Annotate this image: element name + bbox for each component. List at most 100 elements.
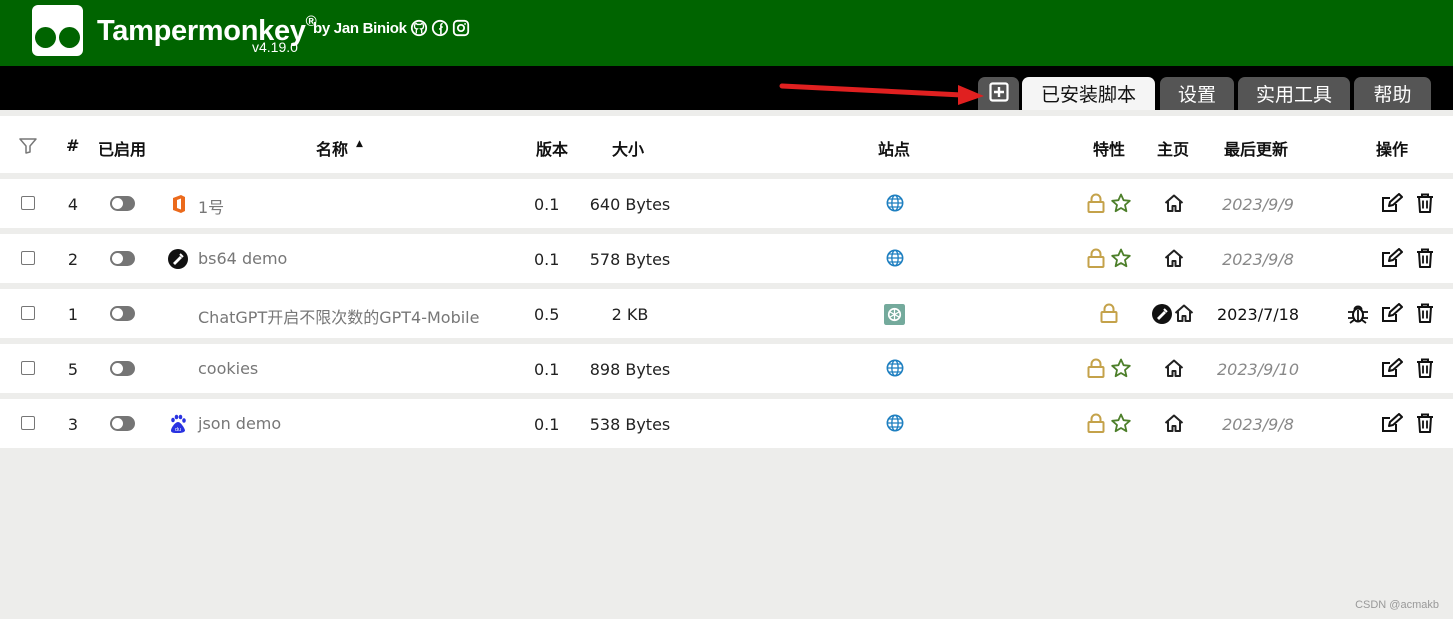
add-script-icon (989, 82, 1009, 102)
script-name-link[interactable]: json demo (198, 414, 281, 433)
edit-icon[interactable] (1381, 193, 1403, 217)
chatgpt-icon[interactable] (884, 304, 905, 329)
instagram-icon[interactable] (452, 19, 470, 37)
home-icon[interactable] (1164, 414, 1184, 436)
globe-icon[interactable] (886, 249, 904, 271)
row-checkbox[interactable] (21, 251, 35, 265)
script-size: 898 Bytes (589, 360, 671, 379)
tab-add-script[interactable] (978, 77, 1019, 110)
lock-icon (1100, 303, 1118, 327)
tab-bar (0, 66, 1453, 110)
table-row: 3 du json demo 0.1 538 Bytes 2023/9/8 (0, 399, 1453, 448)
globe-icon[interactable] (886, 414, 904, 436)
filter-icon[interactable] (19, 138, 37, 154)
script-size: 2 KB (611, 305, 649, 324)
row-index: 3 (67, 415, 79, 434)
globe-icon[interactable] (886, 194, 904, 216)
enable-toggle[interactable] (110, 251, 135, 266)
enable-toggle[interactable] (110, 416, 135, 431)
star-icon (1111, 248, 1131, 272)
row-index: 4 (67, 195, 79, 214)
tampermonkey-logo (32, 5, 83, 56)
col-sites: 站点 (878, 140, 911, 159)
app-version: v4.19.0 (252, 39, 298, 55)
lock-icon (1087, 358, 1105, 382)
row-checkbox[interactable] (21, 306, 35, 320)
sort-ascending-icon: ▲ (356, 139, 363, 149)
tab-installed-scripts[interactable]: 已安装脚本 (1022, 77, 1155, 110)
last-updated[interactable]: 2023/7/18 (1198, 305, 1318, 324)
edit-icon[interactable] (1381, 358, 1403, 382)
table-row: 2 bs64 demo 0.1 578 Bytes 2023/9/8 (0, 234, 1453, 283)
last-updated[interactable]: 2023/9/9 (1198, 195, 1318, 214)
trash-icon[interactable] (1416, 303, 1434, 327)
col-enabled[interactable]: 已启用 (98, 136, 146, 160)
github-icon[interactable] (410, 19, 428, 37)
trash-icon[interactable] (1416, 193, 1434, 217)
globe-icon[interactable] (886, 359, 904, 381)
script-icon (168, 249, 188, 273)
col-version[interactable]: 版本 (536, 136, 568, 160)
lock-icon (1087, 248, 1105, 272)
last-updated[interactable]: 2023/9/8 (1198, 415, 1318, 434)
col-index: # (66, 136, 80, 155)
row-index: 1 (67, 305, 79, 324)
row-checkbox[interactable] (21, 196, 35, 210)
last-updated[interactable]: 2023/9/8 (1198, 250, 1318, 269)
star-icon (1111, 358, 1131, 382)
row-index: 2 (67, 250, 79, 269)
trash-icon[interactable] (1416, 248, 1434, 272)
enable-toggle[interactable] (110, 306, 135, 321)
script-name-link[interactable]: 1号 (198, 194, 224, 218)
script-name-link[interactable]: cookies (198, 359, 258, 378)
edit-icon[interactable] (1381, 413, 1403, 437)
edit-icon[interactable] (1381, 248, 1403, 272)
row-index: 5 (67, 360, 79, 379)
script-size: 538 Bytes (589, 415, 671, 434)
tab-utilities[interactable]: 实用工具 (1238, 77, 1350, 110)
script-version: 0.5 (534, 305, 560, 324)
author-link[interactable]: by Jan Biniok (313, 20, 407, 37)
enable-toggle[interactable] (110, 361, 135, 376)
table-row: 5 cookies 0.1 898 Bytes 2023/9/10 (0, 344, 1453, 393)
script-version: 0.1 (534, 250, 560, 269)
col-homepage: 主页 (1157, 140, 1190, 159)
script-version: 0.1 (534, 360, 560, 379)
col-features: 特性 (1093, 140, 1126, 159)
star-icon (1111, 193, 1131, 217)
office-icon (171, 194, 187, 218)
col-updated[interactable]: 最后更新 (1224, 136, 1288, 160)
bug-icon[interactable] (1347, 302, 1369, 328)
tab-help[interactable]: 帮助 (1354, 77, 1431, 110)
script-size: 578 Bytes (589, 250, 671, 269)
svg-text:du: du (175, 427, 181, 433)
home-icon[interactable] (1174, 304, 1194, 326)
trash-icon[interactable] (1416, 358, 1434, 382)
last-updated[interactable]: 2023/9/10 (1198, 360, 1318, 379)
tab-settings[interactable]: 设置 (1160, 77, 1234, 110)
script-version: 0.1 (534, 415, 560, 434)
trash-icon[interactable] (1416, 413, 1434, 437)
home-icon[interactable] (1164, 194, 1184, 216)
lock-icon (1087, 413, 1105, 437)
table-row: 4 1号 0.1 640 Bytes 2023/9/9 (0, 179, 1453, 228)
star-icon (1111, 413, 1131, 437)
table-row: 1 ChatGPT开启不限次数的GPT4-Mobile 0.5 2 KB 2023/7/… (0, 289, 1453, 338)
col-name[interactable]: 名称 (316, 136, 348, 160)
lock-icon (1087, 193, 1105, 217)
script-icon[interactable] (1152, 304, 1172, 328)
script-name-link[interactable]: bs64 demo (198, 249, 287, 268)
home-icon[interactable] (1164, 359, 1184, 381)
facebook-icon[interactable] (431, 19, 449, 37)
baidu-icon: du (168, 414, 188, 438)
home-icon[interactable] (1164, 249, 1184, 271)
script-version: 0.1 (534, 195, 560, 214)
watermark: CSDN @acmakb (1355, 599, 1439, 611)
col-size[interactable]: 大小 (612, 136, 644, 160)
col-actions: 操作 (1376, 140, 1409, 159)
row-checkbox[interactable] (21, 361, 35, 375)
edit-icon[interactable] (1381, 303, 1403, 327)
script-name-link[interactable]: ChatGPT开启不限次数的GPT4-Mobile (198, 304, 479, 328)
enable-toggle[interactable] (110, 196, 135, 211)
row-checkbox[interactable] (21, 416, 35, 430)
